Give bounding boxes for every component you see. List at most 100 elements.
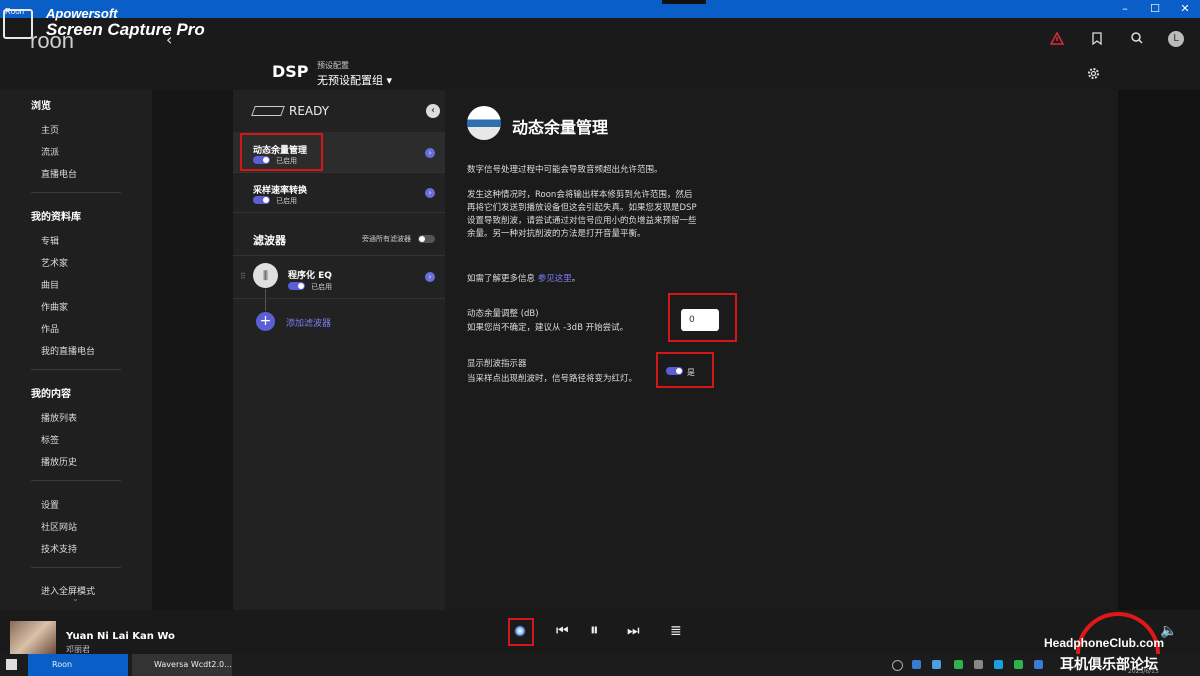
headroom-disc-icon	[467, 106, 501, 140]
device-icon	[251, 106, 285, 116]
close-button[interactable]: ✕	[1170, 0, 1200, 18]
nav-mine-head: 我的内容	[31, 389, 71, 400]
dsp-chain-panel: READY ‹ 动态余量管理 已启用 › 采样速率转换 已启用 › 滤波器 旁通…	[233, 90, 445, 610]
tray-icon[interactable]	[974, 660, 983, 669]
queue-icon[interactable]: ≣	[670, 623, 682, 639]
sidebar-item-live-radio[interactable]: 直播电台	[41, 167, 77, 180]
more-info-link[interactable]: 参见这里	[538, 274, 572, 284]
chain-line	[265, 289, 266, 311]
maximize-button[interactable]: ☐	[1140, 0, 1170, 18]
tray-icon[interactable]	[1034, 660, 1043, 669]
divider	[31, 192, 121, 193]
search-icon[interactable]	[1131, 32, 1143, 48]
sidebar-item-support[interactable]: 技术支持	[41, 542, 77, 555]
sidebar-item-settings[interactable]: 设置	[41, 498, 59, 511]
bookmark-icon[interactable]	[1092, 32, 1102, 49]
more-info: 如需了解更多信息 参见这里。	[467, 273, 717, 286]
sidebar-item-composers[interactable]: 作曲家	[41, 300, 68, 313]
warning-icon[interactable]	[1049, 31, 1065, 49]
nav-browse-head: 浏览	[31, 101, 51, 112]
tray-icon[interactable]	[912, 660, 921, 669]
zone-name: READY	[289, 104, 330, 118]
next-button[interactable]: ⏭	[627, 623, 640, 639]
drag-handle-icon[interactable]: ⠿	[240, 272, 246, 281]
previous-button[interactable]: ⏮	[556, 623, 569, 639]
tray-icon[interactable]	[994, 660, 1003, 669]
highlight-box	[240, 133, 323, 171]
right-gutter	[1118, 90, 1200, 610]
divider	[233, 212, 445, 213]
sidebar-item-tracks[interactable]: 曲目	[41, 278, 59, 291]
sidebar-item-my-live-radio[interactable]: 我的直播电台	[41, 344, 95, 357]
sidebar: 浏览 主页 流派 直播电台 我的资料库 专辑 艺术家 曲目 作曲家 作品 我的直…	[0, 90, 152, 610]
filters-heading: 滤波器	[253, 234, 286, 247]
avatar[interactable]: L	[1168, 31, 1184, 47]
detail-paragraph-2: 发生这种情况时，Roon会将输出样本修剪到允许范围，然后再将它们发送到播放设备但…	[467, 190, 697, 239]
eq-title[interactable]: 程序化 EQ	[288, 268, 332, 281]
preset-label: 预设配置	[317, 61, 349, 70]
taskbar-roon[interactable]: Roon	[28, 654, 128, 676]
preset-value: 无预设配置组	[317, 74, 383, 87]
chevron-down-icon[interactable]: ⌄	[72, 594, 79, 603]
divider	[233, 255, 445, 256]
divider	[31, 369, 121, 370]
fullscreen-button[interactable]: 进入全屏模式	[41, 584, 95, 597]
detail-paragraph-1: 数字信号处理过程中可能会导致音频超出允许范围。	[467, 165, 663, 175]
pause-button[interactable]: ⏸	[590, 620, 599, 640]
tray-icon[interactable]	[1014, 660, 1023, 669]
sidebar-item-albums[interactable]: 专辑	[41, 234, 59, 247]
watermark-line1: Apowersoft	[46, 6, 118, 21]
eq-status: 已启用	[311, 283, 332, 291]
chevron-right-icon[interactable]: ›	[425, 148, 435, 158]
sidebar-item-tags[interactable]: 标签	[41, 433, 59, 446]
minimize-button[interactable]: –	[1110, 0, 1140, 18]
sidebar-item-genres[interactable]: 流派	[41, 145, 59, 158]
sidebar-item-compositions[interactable]: 作品	[41, 322, 59, 335]
sidebar-item-history[interactable]: 播放历史	[41, 455, 77, 468]
bypass-label: 旁通所有滤波器	[362, 235, 411, 243]
nav-library-head: 我的资料库	[31, 212, 81, 223]
tray-icon[interactable]	[932, 660, 941, 669]
eq-toggle[interactable]	[288, 282, 305, 290]
more-info-prefix: 如需了解更多信息	[467, 274, 536, 284]
add-filter-button[interactable]: 添加滤波器	[286, 316, 331, 329]
enable-toggle[interactable]	[253, 196, 270, 204]
album-art[interactable]	[10, 621, 56, 654]
sidebar-item-artists[interactable]: 艺术家	[41, 256, 68, 269]
dsp-item-title: 采样速率转换	[253, 186, 308, 196]
sidebar-item-home[interactable]: 主页	[41, 123, 59, 136]
now-playing-title[interactable]: Yuan Ni Lai Kan Wo	[66, 631, 175, 642]
roon-logo: roon	[30, 28, 75, 53]
collapse-icon[interactable]: ‹	[426, 104, 440, 118]
detail-title: 动态余量管理	[512, 118, 609, 137]
gear-icon[interactable]	[1087, 67, 1100, 84]
divider	[31, 567, 121, 568]
windows-start-icon[interactable]	[6, 659, 17, 670]
player-bar: Yuan Ni Lai Kan Wo 邓丽君 ⏮ ⏸ ⏭ ≣ 🔈	[0, 610, 1200, 654]
screen-capture-watermark: Roon Apowersoft Screen Capture Pro roon	[0, 4, 210, 53]
taskbar-waversa[interactable]: Waversa Wcdt2.0...	[132, 654, 232, 676]
tray-icon[interactable]	[954, 660, 963, 669]
overlay-app-name: Roon	[5, 7, 25, 16]
chevron-right-icon[interactable]: ›	[425, 272, 435, 282]
capture-handle[interactable]	[662, 0, 706, 4]
equalizer-icon: ⫼	[253, 263, 278, 288]
page-title: DSP	[272, 62, 309, 81]
bypass-toggle[interactable]	[418, 235, 435, 243]
chevron-right-icon[interactable]: ›	[425, 188, 435, 198]
windows-taskbar: Roon Waversa Wcdt2.0...	[0, 654, 1200, 676]
caret-down-icon: ▾	[386, 74, 393, 87]
tray-icon[interactable]	[892, 660, 903, 671]
add-filter-icon[interactable]: +	[256, 312, 275, 331]
highlight-box	[508, 618, 534, 646]
forum-site: HeadphoneClub.com	[1044, 636, 1165, 650]
divider	[31, 480, 121, 481]
highlight-box	[668, 293, 737, 342]
preset-dropdown[interactable]: 无预设配置组 ▾	[317, 72, 392, 88]
dsp-item-sample-rate[interactable]: 采样速率转换 已启用 ›	[233, 173, 445, 211]
sidebar-item-playlists[interactable]: 播放列表	[41, 411, 77, 424]
sidebar-item-community[interactable]: 社区网站	[41, 520, 77, 533]
taskbar-clock[interactable]: 2023/6/13	[1128, 668, 1159, 675]
more-info-suffix: 。	[571, 274, 581, 284]
content-gutter	[152, 90, 233, 610]
